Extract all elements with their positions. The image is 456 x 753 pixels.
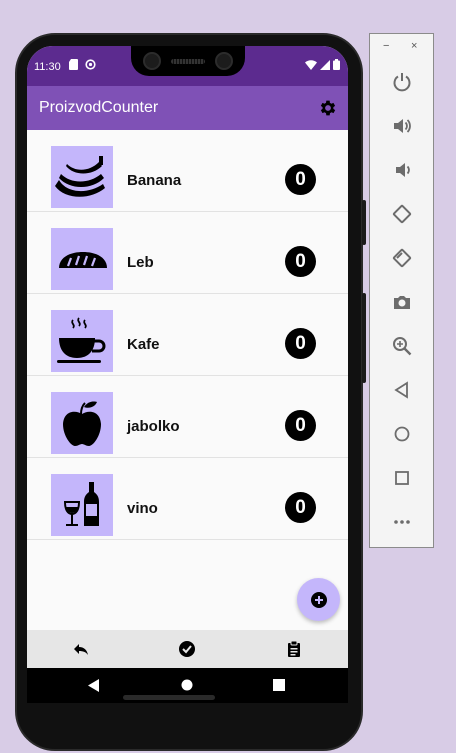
volume-up-button[interactable]: [390, 114, 414, 138]
volume-down-icon: [396, 163, 410, 177]
product-list: Banana 0 Leb 0 Kafe 0 jabolko 0 vino 0: [27, 130, 348, 540]
front-camera-left: [143, 52, 161, 70]
add-circle-icon: [310, 591, 327, 608]
camera-icon: [394, 296, 410, 309]
clipboard-icon[interactable]: [285, 640, 303, 658]
screenshot-button[interactable]: [390, 290, 414, 314]
front-camera-right: [215, 52, 233, 70]
minimize-button[interactable]: −: [383, 40, 389, 52]
product-count-badge[interactable]: 0: [285, 164, 316, 195]
volume-up-icon: [394, 119, 411, 133]
back-button[interactable]: [390, 378, 414, 402]
apple-icon: [63, 401, 101, 446]
rotate-left-icon: [392, 204, 412, 224]
banana-icon: [55, 156, 105, 197]
phone-power-button: [362, 200, 366, 245]
rotate-right-icon: [392, 248, 412, 268]
signal-icon: [320, 59, 330, 70]
product-count-badge[interactable]: 0: [285, 410, 316, 441]
home-icon: [394, 426, 410, 442]
list-item-jabolko[interactable]: jabolko 0: [27, 376, 348, 458]
battery-icon: [333, 59, 340, 70]
phone-volume-button: [362, 293, 366, 383]
list-item-vino[interactable]: vino 0: [27, 458, 348, 540]
product-name: Kafe: [127, 336, 160, 353]
coffee-icon: [57, 317, 106, 363]
zoom-icon: [393, 337, 412, 356]
more-button[interactable]: [390, 510, 414, 534]
sd-card-icon: [69, 59, 78, 70]
emulator-tool-panel: − ×: [369, 33, 434, 548]
product-count-badge[interactable]: 0: [285, 328, 316, 359]
recents-square-icon[interactable]: [273, 679, 285, 691]
close-button[interactable]: ×: [411, 40, 417, 52]
wifi-icon: [305, 59, 317, 70]
home-circle-icon[interactable]: [181, 679, 193, 691]
power-icon: [393, 73, 411, 92]
zoom-button[interactable]: [390, 334, 414, 358]
app-bar: ProizvodCounter: [27, 86, 348, 130]
overview-icon: [395, 471, 409, 485]
product-count-badge[interactable]: 0: [285, 246, 316, 277]
gear-icon[interactable]: [318, 98, 338, 118]
product-thumbnail: [51, 228, 113, 290]
product-thumbnail: [51, 146, 113, 208]
camera-notch: [131, 46, 245, 76]
undo-icon[interactable]: [72, 640, 90, 658]
list-item-banana[interactable]: Banana 0: [27, 130, 348, 212]
power-button[interactable]: [390, 70, 414, 94]
product-name: jabolko: [127, 418, 180, 435]
product-name: Banana: [127, 172, 182, 189]
wine-icon: [63, 482, 99, 526]
product-thumbnail: [51, 474, 113, 536]
back-triangle-icon[interactable]: [88, 679, 100, 692]
product-name: vino: [127, 500, 158, 517]
list-item-kafe[interactable]: Kafe 0: [27, 294, 348, 376]
app-title: ProizvodCounter: [39, 99, 159, 116]
status-time: 11:30: [34, 61, 61, 73]
home-button[interactable]: [390, 422, 414, 446]
status-bar: 11:30: [27, 46, 348, 86]
device-screen: 11:30 ProizvodCounter Banana 0 Leb 0 Kaf…: [27, 46, 348, 703]
rotate-left-button[interactable]: [390, 202, 414, 226]
check-circle-icon[interactable]: [178, 640, 196, 658]
overview-button[interactable]: [390, 466, 414, 490]
product-thumbnail: [51, 310, 113, 372]
bottom-action-bar: [27, 630, 348, 668]
rotate-right-button[interactable]: [390, 246, 414, 270]
phone-chin-bar: [123, 695, 215, 700]
earpiece-speaker: [171, 59, 205, 64]
volume-down-button[interactable]: [390, 158, 414, 182]
sync-icon: [85, 59, 96, 70]
bread-icon: [59, 252, 107, 268]
add-product-fab[interactable]: [297, 578, 340, 621]
back-icon: [394, 381, 408, 399]
list-item-leb[interactable]: Leb 0: [27, 212, 348, 294]
more-icon: [394, 520, 410, 524]
product-count-badge[interactable]: 0: [285, 492, 316, 523]
product-thumbnail: [51, 392, 113, 454]
product-name: Leb: [127, 254, 154, 271]
